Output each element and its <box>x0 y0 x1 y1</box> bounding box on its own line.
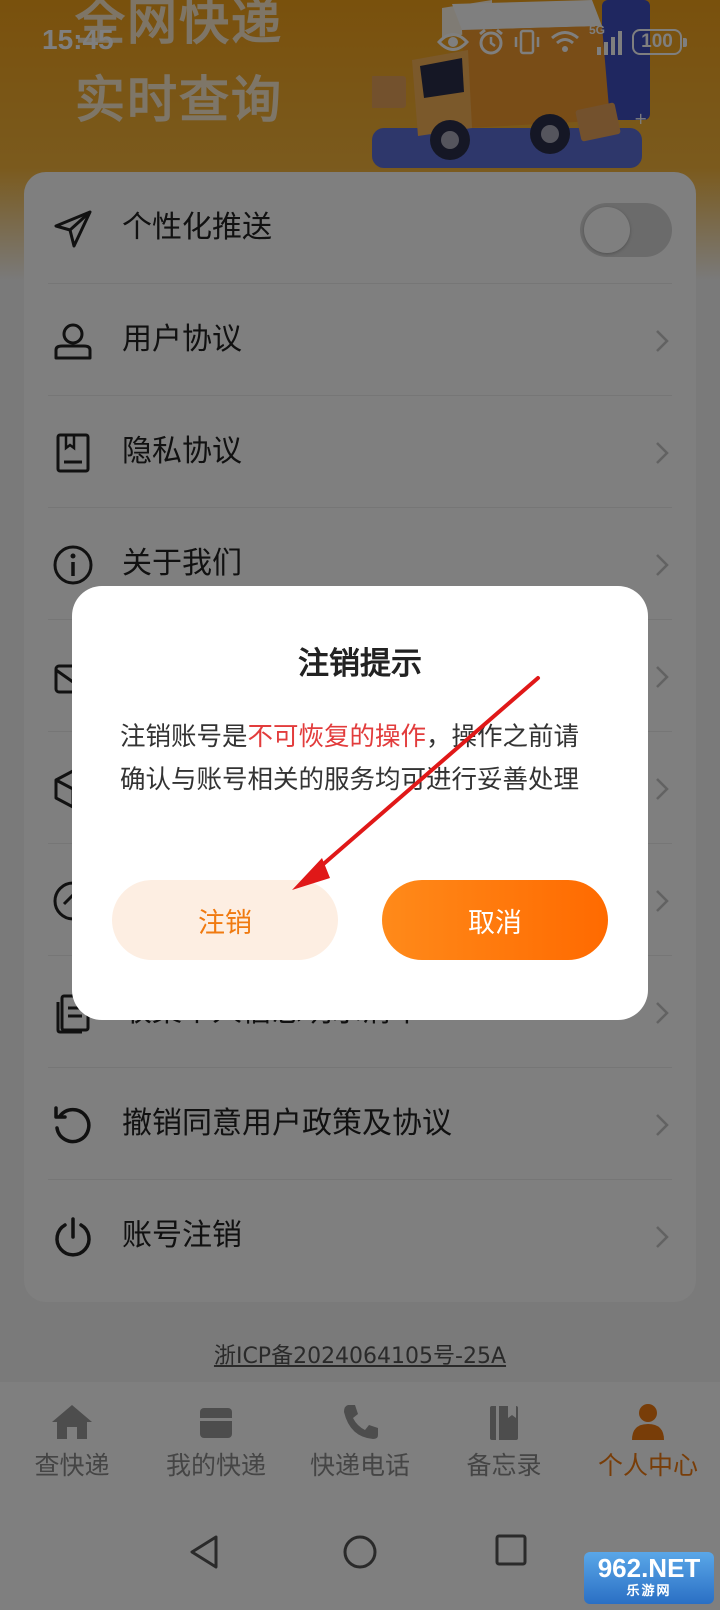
site-watermark: 962.NET 乐游网 <box>584 1552 714 1604</box>
confirm-cancel-account-button[interactable]: 注销 <box>112 880 338 960</box>
dialog-message-warning: 不可恢复的操作 <box>247 722 427 752</box>
cancel-account-dialog: 注销提示 注销账号是不可恢复的操作，操作之前请确认与账号相关的服务均可进行妥善处… <box>72 586 648 1020</box>
watermark-sub: 乐游网 <box>626 1583 672 1598</box>
dialog-message-start: 注销账号是 <box>120 722 248 752</box>
dialog-title: 注销提示 <box>298 646 422 682</box>
watermark-main: 962.NET <box>597 1553 701 1583</box>
dialog-message: 注销账号是不可恢复的操作，操作之前请确认与账号相关的服务均可进行妥善处理 <box>120 716 604 802</box>
screen: 全网快递 实时查询 + 15:45 <box>0 0 720 1610</box>
dismiss-button[interactable]: 取消 <box>382 880 608 960</box>
